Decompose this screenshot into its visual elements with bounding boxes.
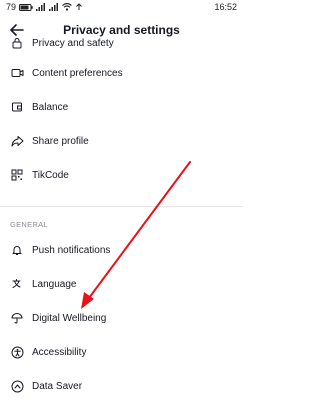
menu-item-language[interactable]: Language bbox=[0, 267, 243, 301]
menu-item-label: Privacy and safety bbox=[32, 37, 114, 49]
settings-list: Privacy and safety Content preferences B… bbox=[0, 38, 243, 403]
menu-item-privacy-and-safety[interactable]: Privacy and safety bbox=[0, 38, 243, 56]
section-header-general: GENERAL bbox=[10, 220, 48, 229]
menu-item-accessibility[interactable]: Accessibility bbox=[0, 335, 243, 369]
menu-item-tikcode[interactable]: TikCode bbox=[0, 158, 243, 192]
clock: 16:52 bbox=[214, 2, 237, 12]
signal-icon-2 bbox=[49, 3, 59, 11]
menu-item-label: TikCode bbox=[32, 169, 69, 181]
menu-item-label: Accessibility bbox=[32, 346, 87, 358]
menu-item-content-preferences[interactable]: Content preferences bbox=[0, 56, 243, 90]
menu-item-label: Balance bbox=[32, 101, 69, 113]
upload-icon bbox=[76, 3, 82, 10]
menu-item-balance[interactable]: Balance bbox=[0, 90, 243, 124]
accessibility-icon bbox=[10, 345, 24, 359]
menu-item-push-notifications[interactable]: Push notifications bbox=[0, 233, 243, 267]
globe-icon bbox=[10, 277, 24, 291]
qr-code-icon bbox=[10, 168, 24, 182]
menu-item-label: Push notifications bbox=[32, 244, 111, 256]
menu-item-label: Data Saver bbox=[32, 380, 83, 392]
menu-item-digital-wellbeing[interactable]: Digital Wellbeing bbox=[0, 301, 243, 335]
section-divider bbox=[0, 198, 243, 207]
video-icon bbox=[10, 66, 24, 80]
page-title: Privacy and settings bbox=[63, 23, 180, 37]
data-saver-icon bbox=[10, 379, 24, 393]
status-bar: 79 16:52 bbox=[0, 0, 243, 14]
signal-icon bbox=[36, 3, 46, 11]
menu-item-label: Digital Wellbeing bbox=[32, 312, 107, 324]
menu-item-label: Language bbox=[32, 278, 77, 290]
menu-item-label: Share profile bbox=[32, 135, 89, 147]
status-left: 79 bbox=[6, 2, 83, 12]
lock-icon bbox=[10, 36, 24, 50]
battery-level: 79 bbox=[6, 2, 17, 12]
battery-icon bbox=[19, 3, 33, 11]
bell-icon bbox=[10, 243, 24, 257]
wifi-icon bbox=[62, 3, 72, 11]
menu-item-data-saver[interactable]: Data Saver bbox=[0, 369, 243, 403]
share-icon bbox=[10, 134, 24, 148]
menu-item-share-profile[interactable]: Share profile bbox=[0, 124, 243, 158]
wallet-icon bbox=[10, 100, 24, 114]
umbrella-icon bbox=[10, 311, 24, 325]
menu-item-label: Content preferences bbox=[32, 67, 123, 79]
